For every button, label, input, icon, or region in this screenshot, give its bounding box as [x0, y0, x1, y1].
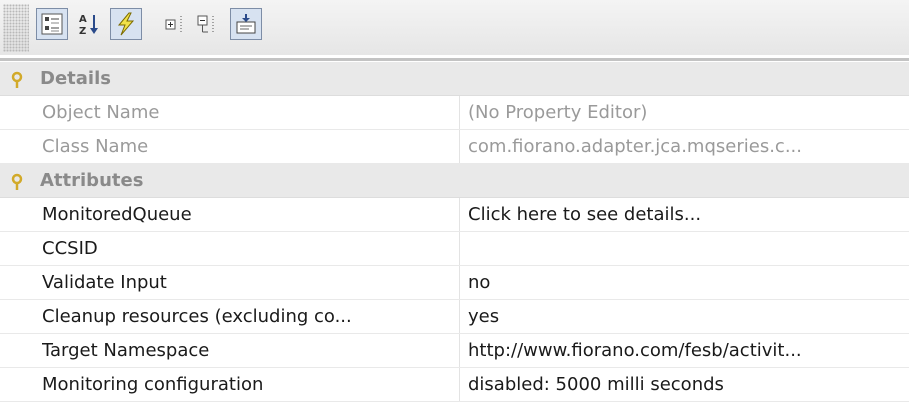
- lightning-icon: [117, 12, 135, 36]
- categorized-view-icon: [41, 13, 63, 35]
- property-value: (No Property Editor): [468, 102, 648, 123]
- collapse-all-button[interactable]: [192, 8, 224, 40]
- categorized-view-button[interactable]: [36, 8, 68, 40]
- property-value-input[interactable]: http://www.fiorano.com/fesb/activit...: [468, 340, 902, 361]
- pin-icon: [11, 71, 23, 88]
- expand-all-button[interactable]: [160, 8, 192, 40]
- property-name: CCSID: [42, 238, 98, 259]
- svg-text:Z: Z: [79, 26, 86, 36]
- property-value-link[interactable]: disabled: 5000 milli seconds: [468, 374, 902, 395]
- toolbar-grip[interactable]: [3, 4, 29, 52]
- sort-alphabetical-icon: A Z: [79, 14, 98, 36]
- category-details[interactable]: Details: [0, 62, 909, 96]
- collapse-all-icon: [197, 15, 214, 33]
- svg-text:A: A: [79, 14, 87, 25]
- property-name: Validate Input: [42, 272, 167, 293]
- property-value-link[interactable]: Click here to see details...: [468, 204, 902, 225]
- property-value-select[interactable]: no: [468, 272, 902, 293]
- property-name: Cleanup resources (excluding co...: [42, 306, 352, 327]
- property-row-class-name[interactable]: Class Name com.fiorano.adapter.jca.mqser…: [0, 130, 909, 164]
- property-name: Target Namespace: [42, 340, 210, 361]
- sort-alphabetical-button[interactable]: A Z: [73, 8, 105, 40]
- show-events-button[interactable]: [110, 8, 142, 40]
- expand-all-icon: [165, 16, 182, 32]
- property-sheet: Details Object Name (No Property Editor)…: [0, 62, 909, 402]
- property-row-object-name[interactable]: Object Name (No Property Editor): [0, 96, 909, 130]
- category-label: Details: [40, 68, 111, 89]
- property-row-monitoring-configuration[interactable]: Monitoring configuration disabled: 5000 …: [0, 368, 909, 402]
- category-attributes[interactable]: Attributes: [0, 164, 909, 198]
- property-name: Class Name: [42, 136, 149, 157]
- property-row-monitored-queue[interactable]: MonitoredQueue Click here to see details…: [0, 198, 909, 232]
- property-name: MonitoredQueue: [42, 204, 192, 225]
- property-row-cleanup-resources[interactable]: Cleanup resources (excluding co... yes: [0, 300, 909, 334]
- category-label: Attributes: [40, 170, 144, 191]
- property-sheet-toolbar: A Z: [0, 0, 909, 55]
- property-name: Object Name: [42, 102, 160, 123]
- toolbar-separator: [0, 58, 909, 61]
- pin-icon: [11, 173, 23, 190]
- property-value: com.fiorano.adapter.jca.mqseries.c...: [468, 136, 802, 157]
- property-row-ccsid[interactable]: CCSID: [0, 232, 909, 266]
- property-name: Monitoring configuration: [42, 374, 264, 395]
- property-row-validate-input[interactable]: Validate Input no: [0, 266, 909, 300]
- property-row-target-namespace[interactable]: Target Namespace http://www.fiorano.com/…: [0, 334, 909, 368]
- description-icon: [236, 14, 256, 34]
- property-value-select[interactable]: yes: [468, 306, 902, 327]
- show-description-button[interactable]: [230, 8, 262, 40]
